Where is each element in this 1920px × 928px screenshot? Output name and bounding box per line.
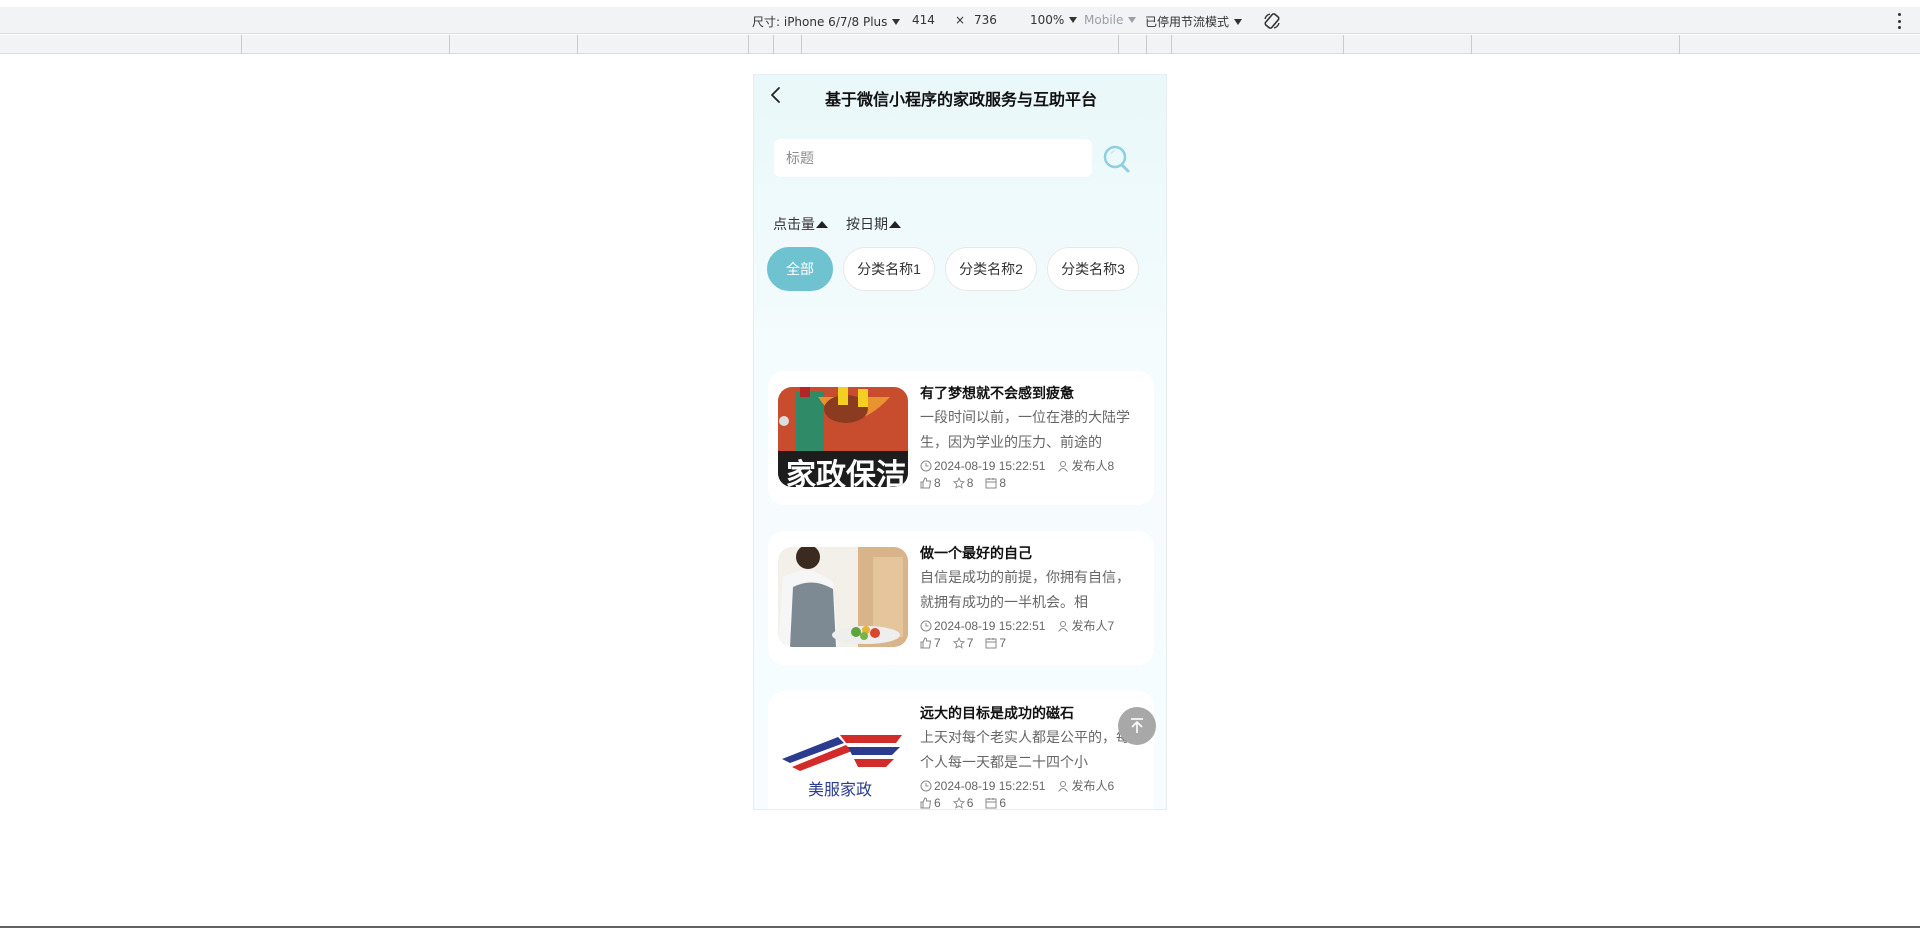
article-card[interactable]: 做一个最好的自己 自信是成功的前提，你拥有自信，就拥有成功的一半机会。相 202… [768, 531, 1154, 665]
category-all[interactable]: 全部 [767, 247, 833, 291]
article-stats: 7 7 7 [920, 636, 1018, 650]
article-stats: 6 6 6 [920, 796, 1018, 810]
mode-select[interactable]: Mobile [1084, 13, 1137, 27]
article-card[interactable]: 美服家政 远大的目标是成功的磁石 上天对每个老实人都是公平的，每个人每一天都是二… [768, 691, 1154, 810]
article-time: 2024-08-19 15:22:51 [934, 778, 1046, 793]
chevron-down-icon [892, 18, 901, 25]
caret-up-icon [889, 220, 901, 228]
likes-count: 7 [934, 636, 941, 650]
star-icon [952, 637, 965, 649]
article-description: 一段时间以前，一位在港的大陆学生，因为学业的压力、前途的 [920, 409, 1130, 450]
article-stats: 8 8 8 [920, 476, 1018, 490]
calendar-icon [985, 478, 997, 489]
category-2[interactable]: 分类名称2 [945, 247, 1037, 291]
cooking-photo [778, 547, 908, 647]
user-icon [1058, 620, 1069, 632]
thumbs-up-icon [920, 477, 932, 489]
article-thumbnail: 家政保洁 [778, 387, 908, 487]
views-count: 7 [999, 636, 1007, 650]
article-meta: 2024-08-19 15:22:51 发布人8 [920, 457, 1114, 474]
favorites-count: 7 [966, 636, 974, 650]
times-label: × [955, 13, 966, 27]
user-icon [1058, 780, 1069, 792]
chevron-down-icon [1128, 17, 1137, 23]
article-thumbnail: 美服家政 [778, 707, 908, 807]
category-3[interactable]: 分类名称3 [1047, 247, 1139, 291]
article-time: 2024-08-19 15:22:51 [934, 458, 1046, 473]
user-icon [1058, 460, 1069, 472]
article-title: 有了梦想就不会感到疲惫 [920, 385, 1074, 401]
calendar-icon [985, 798, 997, 809]
article-author: 发布人6 [1071, 779, 1115, 793]
article-author: 发布人7 [1071, 619, 1115, 633]
device-select[interactable]: 尺寸: iPhone 6/7/8 Plus [752, 13, 901, 30]
calendar-icon [985, 638, 997, 649]
article-title: 远大的目标是成功的磁石 [920, 705, 1074, 721]
clock-icon [920, 620, 932, 631]
sort-label: 按日期 [846, 216, 888, 232]
thumbs-up-icon [920, 797, 932, 809]
media-query-ruler [0, 35, 1920, 54]
views-count: 6 [999, 796, 1007, 810]
search-input[interactable] [774, 139, 1092, 177]
star-icon [952, 797, 965, 809]
clock-icon [920, 460, 932, 471]
favorites-count: 6 [966, 796, 974, 810]
sort-bar: 点击量 按日期 [773, 214, 901, 234]
cleaning-illustration: 家政保洁 [778, 387, 908, 487]
company-logo: 美服家政 [778, 707, 908, 807]
caret-up-icon [816, 220, 828, 228]
phone-viewport: 基于微信小程序的家政服务与互助平台 点击量 按日期 全部 分类名称1 分类名称2… [753, 74, 1167, 810]
height-input[interactable]: 736 [974, 13, 997, 27]
article-meta: 2024-08-19 15:22:51 发布人7 [920, 617, 1114, 634]
back-to-top-button[interactable] [1118, 707, 1156, 745]
thumbs-up-icon [920, 637, 932, 649]
views-count: 8 [999, 476, 1007, 490]
nav-bar: 基于微信小程序的家政服务与互助平台 [754, 75, 1166, 117]
chevron-down-icon [1069, 17, 1078, 23]
svg-text:家政保洁: 家政保洁 [786, 458, 906, 487]
article-meta: 2024-08-19 15:22:51 发布人6 [920, 777, 1114, 794]
favorites-count: 8 [966, 476, 974, 490]
throttle-select[interactable]: 已停用节流模式 [1145, 13, 1243, 30]
likes-count: 6 [934, 796, 941, 810]
article-time: 2024-08-19 15:22:51 [934, 618, 1046, 633]
more-options-icon[interactable] [1898, 13, 1902, 29]
search-icon[interactable] [1102, 144, 1132, 174]
page-title: 基于微信小程序的家政服务与互助平台 [824, 92, 1097, 109]
star-icon [952, 477, 965, 489]
article-thumbnail [778, 547, 908, 647]
sort-by-clicks[interactable]: 点击量 [773, 214, 828, 234]
devtools-device-toolbar: 尺寸: iPhone 6/7/8 Plus 414 × 736 100% Mob… [0, 7, 1920, 34]
throttle-value: 已停用节流模式 [1145, 15, 1230, 29]
category-1[interactable]: 分类名称1 [843, 247, 935, 291]
height-value: 736 [974, 13, 997, 27]
svg-text:美服家政: 美服家政 [808, 780, 872, 799]
zoom-value: 100% [1030, 13, 1065, 27]
sort-by-date[interactable]: 按日期 [846, 214, 901, 234]
width-input[interactable]: 414 [912, 13, 935, 27]
rotate-icon[interactable] [1262, 11, 1282, 31]
category-tabs: 全部 分类名称1 分类名称2 分类名称3 [767, 247, 1139, 291]
article-description: 自信是成功的前提，你拥有自信，就拥有成功的一半机会。相 [920, 569, 1130, 610]
sort-label: 点击量 [773, 216, 815, 232]
zoom-select[interactable]: 100% [1030, 13, 1078, 27]
device-label: 尺寸: iPhone 6/7/8 Plus [752, 15, 888, 29]
dimension-separator: × [955, 13, 965, 27]
mode-value: Mobile [1084, 13, 1124, 27]
article-description: 上天对每个老实人都是公平的，每个人每一天都是二十四个小 [920, 729, 1130, 770]
chevron-down-icon [1234, 18, 1243, 25]
width-value: 414 [912, 13, 935, 27]
clock-icon [920, 780, 932, 791]
article-author: 发布人8 [1071, 459, 1115, 473]
likes-count: 8 [934, 476, 941, 490]
article-card[interactable]: 家政保洁 有了梦想就不会感到疲惫 一段时间以前，一位在港的大陆学生，因为学业的压… [768, 371, 1154, 505]
arrow-up-icon [1131, 718, 1143, 733]
article-title: 做一个最好的自己 [920, 545, 1032, 561]
